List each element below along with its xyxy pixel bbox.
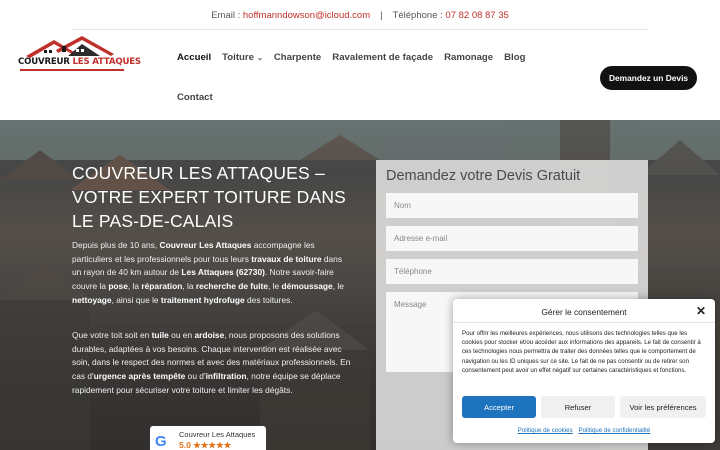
phone-field[interactable]: Téléphone [386, 259, 638, 284]
hero-services-paragraph: Que votre toit soit en tuile ou en ardoi… [72, 330, 351, 395]
google-rating-badge[interactable]: G Couvreur Les Attaques 5.0 ★★★★★ [150, 426, 266, 450]
google-logo-icon: G [155, 433, 167, 450]
form-title: Demandez votre Devis Gratuit [386, 168, 581, 184]
email-link[interactable]: hoffmanndowson@icloud.com [243, 10, 370, 21]
site-header: COUVREUR LES ATTAQUES Accueil Toiture ⌄ C… [0, 30, 720, 120]
nav-item-ramonage[interactable]: Ramonage [444, 52, 493, 63]
cookie-dialog-title: Gérer le consentement [541, 307, 627, 317]
logo-text-part1: COUVREUR [18, 57, 70, 67]
privacy-policy-link[interactable]: Politique de confidentialité [578, 427, 650, 434]
close-icon[interactable]: ✕ [696, 304, 706, 318]
logo-text: COUVREUR LES ATTAQUES [18, 57, 141, 67]
nav-item-blog[interactable]: Blog [504, 52, 525, 63]
cookie-policy-links: Politique de cookies Politique de confid… [453, 427, 715, 434]
nav-item-contact[interactable]: Contact [177, 92, 213, 103]
nav-item-charpente[interactable]: Charpente [274, 52, 321, 63]
nav-item-ravalement[interactable]: Ravalement de façade [332, 52, 433, 63]
main-nav: Accueil Toiture ⌄ Charpente Ravalement de… [177, 52, 525, 63]
google-rating: 5.0 ★★★★★ [179, 440, 232, 450]
contact-topbar: Email : hoffmanndowson@icloud.com | Télé… [0, 0, 720, 30]
topbar-separator: | [380, 9, 383, 21]
view-preferences-button[interactable]: Voir les préférences [620, 396, 706, 418]
email-field[interactable]: Adresse e-mail [386, 226, 638, 251]
house-roof-icon [26, 36, 114, 58]
cookie-divider [453, 322, 715, 323]
logo-text-part2: LES ATTAQUES [72, 57, 142, 67]
logo-underline [20, 69, 124, 71]
site-logo[interactable]: COUVREUR LES ATTAQUES [18, 36, 141, 74]
phone-label: Téléphone : [392, 9, 443, 21]
nav-item-toiture-label: Toiture [222, 52, 254, 63]
nav-item-toiture[interactable]: Toiture ⌄ [222, 52, 263, 63]
nav-item-accueil[interactable]: Accueil [177, 52, 211, 63]
request-quote-button[interactable]: Demandez un Devis [600, 66, 697, 90]
email-label: Email : [211, 9, 241, 21]
phone-link[interactable]: 07 82 08 87 35 [445, 10, 508, 21]
chevron-down-icon: ⌄ [256, 55, 263, 62]
hero-intro-paragraph: Depuis plus de 10 ans, Couvreur Les Atta… [72, 240, 344, 305]
google-business-name: Couvreur Les Attaques [179, 430, 256, 439]
cookie-consent-dialog: Gérer le consentement ✕ Pour offrir les … [453, 299, 715, 443]
hero-title: COUVREUR LES ATTAQUES – VOTRE EXPERT TOI… [72, 163, 347, 231]
accept-cookies-button[interactable]: Accepter [462, 396, 536, 418]
cookie-policy-link[interactable]: Politique de cookies [518, 427, 573, 434]
cookie-description: Pour offrir les meilleures expériences, … [462, 330, 701, 374]
name-field[interactable]: Nom [386, 193, 638, 218]
refuse-cookies-button[interactable]: Refuser [541, 396, 615, 418]
